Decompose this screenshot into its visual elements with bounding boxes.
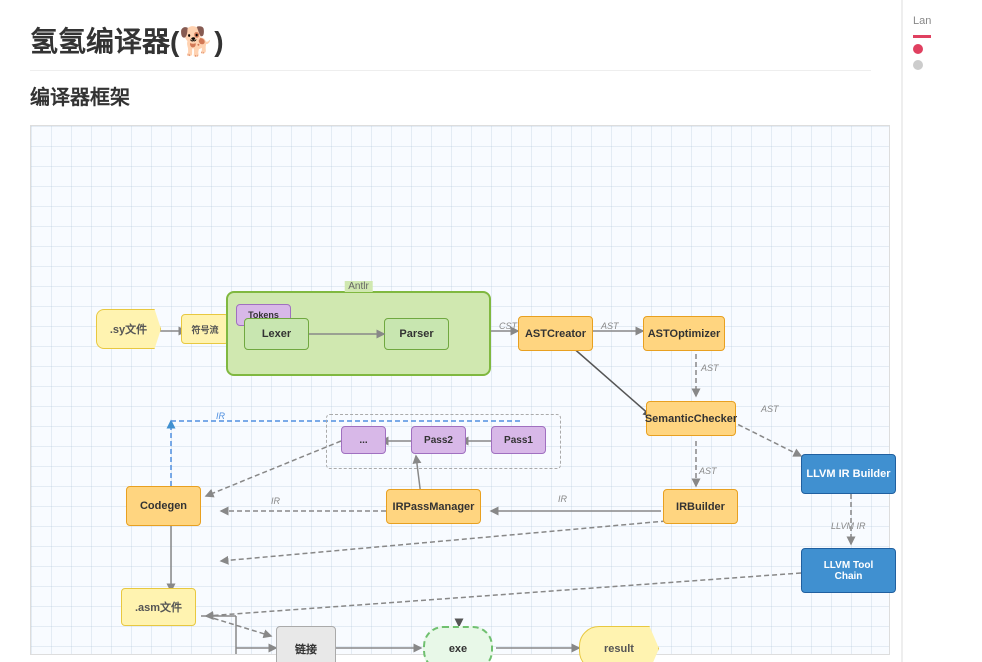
ast4-label: AST [699,466,717,476]
sidebar-lang-label: Lan [913,15,972,27]
llvm-tool-chain-node: LLVM ToolChain [801,548,896,593]
asm-file-node: .asm文件 [121,588,196,626]
exe-node: exe [423,626,493,662]
ir3-label: IR [558,494,567,504]
main-content: 氢氢编译器(🐕) 编译器框架 [0,0,902,662]
legend-dot-2 [913,44,923,54]
ir2-label: IR [271,496,280,506]
ast-optimizer-node: ASTOptimizer [643,316,725,351]
ir-pass-manager-node: IRPassManager [386,489,481,524]
pass1-node: Pass1 [491,426,546,454]
exe-runtime-arrow-svg [31,126,889,654]
legend-item-1 [913,35,972,38]
ast-creator-node: ASTCreator [518,316,593,351]
llvm-ir-builder-node: LLVM IR Builder [801,454,896,494]
antlr-label: Antlr [344,281,373,292]
diagram-container: .sy文件 符号流 Antlr Tokens Lexer Parser CST [30,125,890,655]
page-subtitle: 编译器框架 [30,81,871,110]
legend-item-2 [913,44,972,54]
ir1-label: IR [216,411,225,421]
linker-node: 链接 [276,626,336,662]
cst-label: CST [499,321,517,331]
llvm-ir-label: LLVM IR [831,521,866,531]
lexer-node: Lexer [244,318,309,350]
ast2-label: AST [701,363,719,373]
codegen-node: Codegen [126,486,201,526]
diagram-svg [31,126,889,654]
sidebar: Lan [902,0,982,662]
irbuilder-node: IRBuilder [663,489,738,524]
parser-node: Parser [384,318,449,350]
page-title: 氢氢编译器(🐕) [30,20,871,71]
ast1-label: AST [601,321,619,331]
inner-arrows-svg [31,126,889,654]
symbols-node: 符号流 [181,314,229,344]
result-node: result [579,626,659,662]
sy-file-node: .sy文件 [96,309,161,349]
semantic-checker-node: SemanticChecker [646,401,736,436]
legend-line-1 [913,35,931,38]
legend-dot-3 [913,60,923,70]
ast3-label: AST [761,404,779,414]
dots-node: ... [341,426,386,454]
pass2-node: Pass2 [411,426,466,454]
legend-item-3 [913,60,972,70]
